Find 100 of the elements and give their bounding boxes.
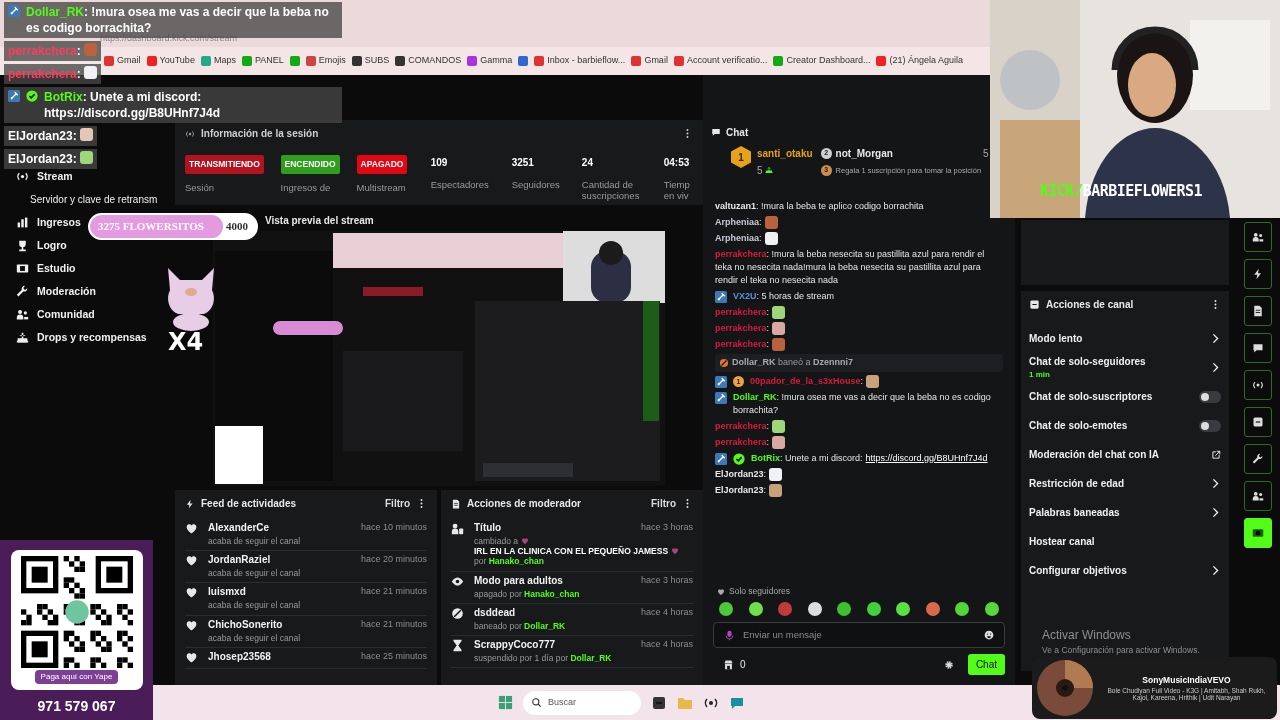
tool-button[interactable] bbox=[1243, 407, 1272, 437]
sidebar-item[interactable]: Ingresos bbox=[0, 211, 81, 234]
bookmark-link[interactable]: Creator Dashboard... bbox=[773, 54, 871, 68]
sidebar-item[interactable]: Comunidad bbox=[0, 303, 95, 326]
emote-icon[interactable] bbox=[719, 602, 733, 616]
tool-button[interactable] bbox=[1243, 481, 1272, 511]
send-button[interactable]: Chat bbox=[967, 654, 1005, 675]
bookmark-link[interactable]: Emojis bbox=[305, 54, 346, 68]
channel-action-item[interactable]: Modo lento bbox=[1029, 324, 1221, 353]
favicon-icon bbox=[305, 56, 316, 66]
tool-button[interactable] bbox=[1243, 296, 1272, 326]
status-badge: TRANSMITIENDO bbox=[185, 155, 264, 174]
channel-action-item[interactable]: Chat de solo-suscriptores bbox=[1029, 382, 1221, 411]
action-note: por Hanako_chan bbox=[474, 556, 544, 567]
username: ElJordan23: bbox=[8, 128, 77, 144]
filter-button[interactable]: Filtro bbox=[385, 496, 410, 511]
emote-icon[interactable] bbox=[955, 602, 970, 616]
leaderboard-name: not_Morgan bbox=[835, 147, 893, 161]
bookmark-link[interactable]: Gamma bbox=[467, 54, 513, 68]
sidebar-item[interactable]: Stream bbox=[0, 165, 73, 188]
sidebar-item[interactable]: Estudio bbox=[0, 257, 76, 280]
tool-button[interactable] bbox=[1243, 333, 1272, 363]
bookmark-link[interactable]: COMANDOS bbox=[395, 54, 462, 68]
heart-icon bbox=[185, 586, 198, 600]
bookmark-icon[interactable] bbox=[518, 56, 529, 66]
favicon-icon bbox=[146, 56, 157, 66]
gift-count: 5 bbox=[757, 163, 813, 178]
username-text: ChichoSonerito bbox=[208, 618, 283, 631]
action-target: IRL EN LA CLINICA CON EL PEQUEÑO JAMESS bbox=[474, 546, 669, 557]
emote-icon[interactable] bbox=[807, 602, 822, 616]
start-icon[interactable] bbox=[498, 695, 513, 710]
bookmark-icon[interactable] bbox=[289, 56, 300, 66]
leaderboard-name: santi_otaku bbox=[757, 147, 813, 161]
menu-item-icon bbox=[16, 308, 29, 321]
microphone-icon[interactable] bbox=[724, 629, 735, 641]
channel-icon bbox=[1029, 299, 1040, 310]
filter-button[interactable]: Filtro bbox=[651, 496, 676, 511]
menu-item-icon bbox=[16, 331, 29, 344]
bookmark-link[interactable]: Inbox - barbieflow... bbox=[534, 54, 626, 68]
username: Arpheniaa: bbox=[715, 216, 762, 229]
film-icon bbox=[1251, 527, 1264, 539]
channel-action-item[interactable]: Chat de solo-seguidores 1 min bbox=[1029, 353, 1221, 382]
section-title: Vista previa del stream bbox=[265, 213, 374, 228]
settings-icon[interactable] bbox=[943, 659, 954, 670]
document-icon bbox=[1251, 305, 1264, 317]
channel-action-item[interactable]: Palabras baneadas bbox=[1029, 498, 1221, 527]
sidebar-item[interactable]: Logro bbox=[0, 234, 67, 257]
card-icon bbox=[1251, 416, 1264, 428]
channel-action-item[interactable]: Restricción de edad bbox=[1029, 469, 1221, 498]
tool-button[interactable] bbox=[1243, 222, 1272, 252]
message-input[interactable]: Enviar un mensaje bbox=[743, 627, 976, 643]
bookmark-link[interactable]: YouTube bbox=[146, 54, 195, 68]
moderator-badge-icon bbox=[715, 291, 727, 303]
search-field[interactable]: Buscar bbox=[523, 690, 641, 715]
app-icon[interactable] bbox=[651, 694, 667, 711]
toggle-switch[interactable] bbox=[1199, 419, 1221, 432]
link[interactable]: https://discord.gg/B8UHnf7J4d bbox=[865, 451, 988, 465]
bookmark-link[interactable]: SUBS bbox=[351, 54, 390, 68]
emote-icon[interactable] bbox=[896, 602, 911, 616]
message-box[interactable]: Enviar un mensaje bbox=[713, 622, 1005, 648]
sidebar-item[interactable]: Moderación bbox=[0, 280, 96, 303]
broadcast-icon bbox=[1251, 379, 1264, 391]
stat-label: Cantidad de suscripciones bbox=[581, 179, 641, 202]
emote-icon[interactable] bbox=[748, 602, 763, 616]
chevron-icon bbox=[1210, 507, 1221, 518]
favicon-icon bbox=[773, 56, 784, 66]
bookmark-link[interactable]: PANEL bbox=[241, 54, 284, 68]
bookmark-link[interactable]: Account verificatio... bbox=[673, 54, 768, 68]
panel-title: Acciones de canal bbox=[1046, 298, 1134, 312]
username-text: AlexanderCe bbox=[208, 522, 270, 534]
emote-icon[interactable] bbox=[866, 602, 881, 616]
store-icon[interactable] bbox=[723, 659, 734, 670]
action-note: cambiado a bbox=[474, 536, 518, 547]
bookmark-link[interactable]: (21) Ángela Aguila bbox=[876, 54, 964, 68]
menu-item-icon bbox=[16, 262, 29, 275]
time-text: hace 10 minutos bbox=[360, 522, 427, 534]
chat-message-text: VX2U: 5 horas de stream bbox=[733, 290, 835, 303]
emoji-icon[interactable] bbox=[984, 630, 994, 640]
channel-action-item[interactable]: Configurar objetivos bbox=[1029, 556, 1221, 585]
tool-button[interactable] bbox=[1243, 444, 1272, 474]
channel-action-item[interactable]: Chat de solo-emotes bbox=[1029, 411, 1221, 440]
sidebar-item[interactable]: Drops y recompensas bbox=[0, 326, 147, 349]
bookmark-link[interactable]: Maps bbox=[200, 54, 236, 68]
media-channel: SonyMusicIndiaVEVO bbox=[1142, 674, 1231, 687]
chevron-icon bbox=[1210, 362, 1221, 373]
chat-message-text: perrakchera: !mura la beba nesecita su pastillita azul para rendir el teka no nesecita nada!mura la beba nesecita su pastillita azul para rendir el teka no nesecita nada bbox=[715, 248, 986, 287]
channel-action-item[interactable]: Hostear canal bbox=[1029, 527, 1221, 556]
emote-icon[interactable] bbox=[984, 602, 999, 616]
favicon-icon bbox=[876, 56, 887, 66]
chevron-icon bbox=[1210, 333, 1221, 344]
moderator-badge-icon bbox=[715, 375, 727, 388]
multiplier-text: X4 bbox=[168, 330, 204, 354]
bookmark-link[interactable]: Gmail bbox=[631, 54, 668, 68]
sidebar-item[interactable]: Servidor y clave de retransm bbox=[0, 188, 158, 211]
activity-note: acaba de seguir el canal bbox=[208, 632, 302, 643]
channel-action-item[interactable]: Moderación del chat con IA bbox=[1029, 440, 1221, 469]
search-icon bbox=[531, 697, 542, 708]
bookmark-link[interactable]: Gmail bbox=[104, 54, 141, 68]
emote-icon[interactable] bbox=[837, 602, 852, 616]
toggle-switch[interactable] bbox=[1199, 390, 1221, 403]
